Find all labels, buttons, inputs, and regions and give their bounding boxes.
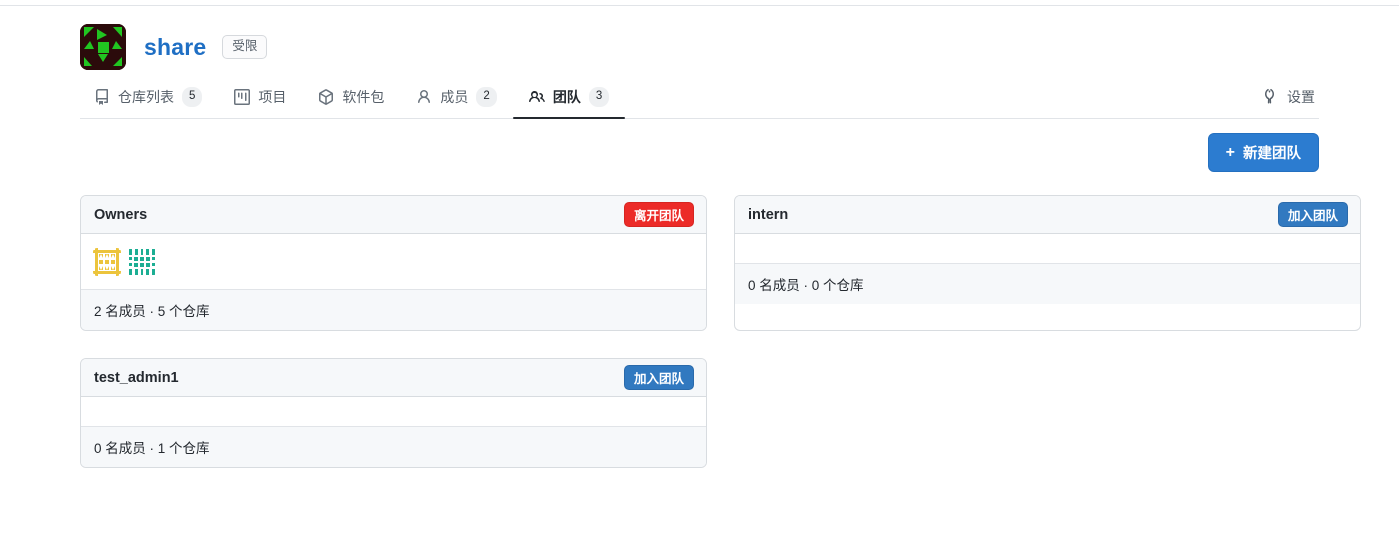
team-stats: 0 名成员 · 0 个仓库 [735,264,1360,304]
tab-teams[interactable]: 团队 3 [512,84,626,119]
tab-label: 设置 [1287,89,1315,105]
tab-count-badge: 5 [182,87,203,107]
new-team-label: 新建团队 [1243,146,1301,162]
join-team-button[interactable]: 加入团队 [1277,202,1348,227]
team-stats: 2 名成员 · 5 个仓库 [81,290,706,330]
org-name[interactable]: share [144,35,206,59]
tab-label: 项目 [258,89,287,105]
tab-count-badge: 3 [588,87,610,107]
tab-count-badge: 2 [476,87,497,107]
join-team-button[interactable]: 加入团队 [623,365,694,390]
team-members-list [735,234,1360,264]
new-team-button[interactable]: + 新建团队 [1207,133,1319,172]
team-name[interactable]: Owners [94,207,147,223]
org-header: share 受限 [80,24,268,70]
tab-members[interactable]: 成员 2 [400,84,512,118]
tab-label: 仓库列表 [118,89,174,105]
org-teams-page: share 受限 仓库列表 5 项目 软件包 成员 2 团队 3 设置 + 新建… [0,0,1399,555]
tab-label: 软件包 [342,89,385,105]
member-identicon-yellow-avatar[interactable] [93,247,121,276]
team-members-list [81,397,706,427]
org-nav-tabs: 仓库列表 5 项目 软件包 成员 2 团队 3 设置 [80,84,1319,119]
teams-grid: Owners 离开团队 2 名成员 · 5 个仓库 intern 加入团队 0 … [80,195,1361,468]
team-name[interactable]: test_admin1 [94,370,179,386]
project-icon [234,89,251,105]
tab-projects[interactable]: 项目 [218,84,302,118]
org-identicon-icon [80,24,126,70]
tab-settings[interactable]: 设置 [1247,84,1319,118]
top-divider [0,5,1399,6]
member-identicon-teal-avatar[interactable] [128,247,156,276]
person-icon [416,89,432,105]
team-card: test_admin1 加入团队 0 名成员 · 1 个仓库 [80,358,707,468]
org-visibility-badge: 受限 [222,35,268,59]
team-card: Owners 离开团队 2 名成员 · 5 个仓库 [80,195,707,331]
tab-packages[interactable]: 软件包 [302,84,400,118]
plus-icon: + [1225,143,1235,161]
team-stats: 0 名成员 · 1 个仓库 [81,427,706,467]
team-card-header: test_admin1 加入团队 [81,359,706,397]
leave-team-button[interactable]: 离开团队 [623,202,694,227]
team-card-header: Owners 离开团队 [81,196,706,234]
team-name[interactable]: intern [748,207,788,223]
tab-label: 团队 [552,89,581,105]
tools-icon [1263,88,1279,107]
people-icon [528,89,545,105]
team-card-header: intern 加入团队 [735,196,1360,234]
tab-label: 成员 [440,89,469,105]
tab-repositories[interactable]: 仓库列表 5 [80,84,218,118]
team-card: intern 加入团队 0 名成员 · 0 个仓库 [734,195,1361,331]
team-members-list [81,234,706,290]
package-icon [318,89,334,105]
repo-icon [94,89,110,105]
